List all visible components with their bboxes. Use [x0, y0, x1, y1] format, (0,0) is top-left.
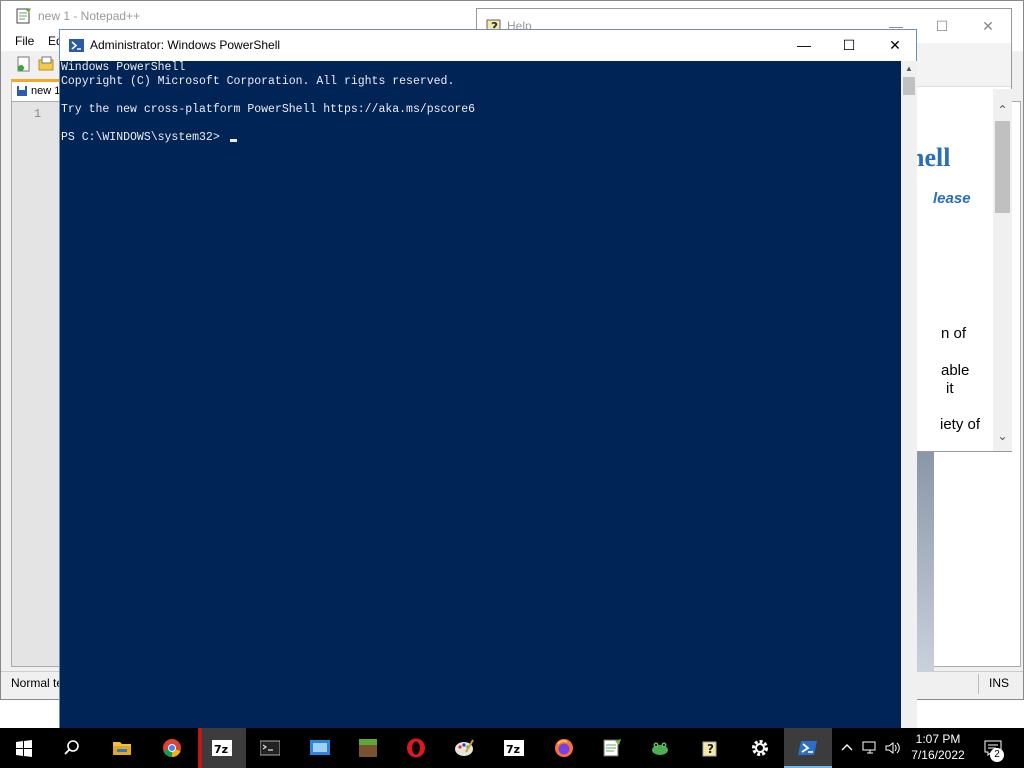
chevron-up-icon — [841, 744, 853, 751]
help-scroll-thumb[interactable] — [995, 121, 1010, 213]
text-cursor — [229, 139, 237, 142]
show-hidden-icons-button[interactable] — [838, 728, 856, 768]
maximize-button[interactable]: ☐ — [826, 30, 872, 61]
console-line: Windows PowerShell — [61, 61, 186, 74]
help-text-line: it — [946, 380, 954, 397]
speaker-icon — [885, 742, 900, 754]
help-subtitle: lease — [933, 190, 971, 207]
frog-icon — [652, 742, 668, 755]
powershell-icon — [798, 741, 817, 755]
search-icon — [64, 740, 79, 755]
tab-label: new 1 — [31, 85, 61, 97]
remote-desktop-icon — [310, 740, 330, 755]
notification-count-badge: 2 — [990, 748, 1004, 762]
chevron-down-icon[interactable]: ⌄ — [995, 429, 1010, 445]
status-divider — [978, 674, 979, 694]
svg-text:7z: 7z — [506, 743, 520, 756]
console-scroll-thumb[interactable] — [903, 77, 915, 95]
taskbar-minecraft[interactable] — [344, 728, 392, 768]
help-text-line: n of — [941, 325, 967, 342]
scroll-up-icon[interactable]: ▲ — [903, 63, 915, 75]
svg-text:7z: 7z — [214, 743, 228, 756]
clock-date: 7/16/2022 — [911, 748, 965, 762]
help-close-button[interactable]: ✕ — [973, 15, 1003, 37]
network-icon — [862, 741, 876, 754]
action-center-button[interactable]: 2 — [978, 728, 1018, 768]
minimize-button[interactable]: — — [781, 30, 827, 61]
taskbar-file-explorer[interactable] — [98, 728, 146, 768]
help-scrollbar[interactable]: ⌃ ⌄ — [993, 89, 1012, 451]
taskbar-7zip[interactable]: 7z — [198, 728, 246, 768]
powershell-titlebar[interactable]: Administrator: Windows PowerShell — ☐ ✕ — [60, 30, 916, 61]
console-prompt-line: PS C:\WINDOWS\system32> — [61, 131, 237, 145]
line-number-gutter: 1 — [12, 102, 60, 666]
taskbar: 7z 7z ? 1:07 PM 7/16/2022 2 — [0, 728, 1024, 768]
taskbar-paint[interactable] — [440, 728, 488, 768]
start-button[interactable] — [0, 728, 48, 768]
close-button[interactable]: ✕ — [872, 30, 918, 61]
chevron-up-icon[interactable]: ⌃ — [995, 103, 1010, 119]
notepadpp-icon — [16, 8, 31, 24]
firefox-icon — [555, 739, 573, 757]
terminal-icon — [260, 740, 280, 756]
notepadpp-icon — [603, 739, 621, 757]
opera-icon — [407, 738, 425, 758]
console-area[interactable]: Windows PowerShell Copyright (C) Microso… — [60, 61, 901, 729]
open-file-icon[interactable] — [37, 55, 55, 73]
help-text-line: able — [941, 362, 970, 379]
taskbar-command-prompt[interactable] — [246, 728, 294, 768]
taskbar-powershell[interactable] — [784, 728, 832, 768]
console-line: Try the new cross-platform PowerShell ht… — [61, 103, 476, 116]
windows-logo-icon — [16, 740, 32, 757]
powershell-title: Administrator: Windows PowerShell — [90, 38, 281, 52]
help-text-line: iety of — [940, 416, 981, 433]
gear-icon — [752, 740, 768, 756]
grass-block-icon — [359, 739, 377, 757]
chrome-icon — [163, 739, 181, 757]
taskbar-remote-desktop[interactable] — [296, 728, 344, 768]
7zip-icon: 7z — [212, 740, 232, 756]
taskbar-chrome[interactable] — [148, 728, 196, 768]
help-content: hell lease n of able it iety of — [907, 89, 997, 449]
7zip-icon: 7z — [504, 740, 524, 756]
volume-button[interactable] — [882, 728, 904, 768]
svg-text:?: ? — [707, 742, 714, 756]
taskbar-help[interactable]: ? — [686, 728, 734, 768]
powershell-icon — [69, 39, 84, 52]
help-icon: ? — [702, 741, 717, 757]
taskbar-opera[interactable] — [392, 728, 440, 768]
new-file-icon[interactable] — [15, 55, 33, 73]
system-clock[interactable]: 1:07 PM 7/16/2022 — [904, 731, 972, 763]
notepadpp-title: new 1 - Notepad++ — [38, 9, 141, 23]
search-button[interactable] — [48, 728, 96, 768]
taskbar-frog-app[interactable] — [636, 728, 684, 768]
background-decoration — [916, 452, 934, 672]
save-disk-icon — [17, 86, 27, 96]
console-scrollbar[interactable]: ▲ — [901, 61, 917, 729]
taskbar-settings[interactable] — [736, 728, 784, 768]
status-doc-type: Normal te — [11, 676, 64, 690]
taskbar-notepad-plus-plus[interactable] — [588, 728, 636, 768]
folder-icon — [113, 742, 131, 755]
network-button[interactable] — [860, 728, 880, 768]
console-line: Copyright (C) Microsoft Corporation. All… — [61, 75, 455, 88]
taskbar-firefox[interactable] — [540, 728, 588, 768]
powershell-window: Administrator: Windows PowerShell — ☐ ✕ … — [59, 29, 917, 729]
paint-palette-icon — [455, 739, 474, 756]
clock-time: 1:07 PM — [915, 732, 961, 746]
console-prompt: PS C:\WINDOWS\system32> — [61, 131, 227, 144]
menu-file[interactable]: File — [15, 34, 34, 48]
line-number: 1 — [34, 107, 42, 121]
taskbar-7zip-2[interactable]: 7z — [490, 728, 538, 768]
status-insert-mode: INS — [988, 676, 1009, 690]
help-maximize-button[interactable]: ☐ — [927, 15, 957, 37]
7zip-accent — [198, 728, 202, 768]
